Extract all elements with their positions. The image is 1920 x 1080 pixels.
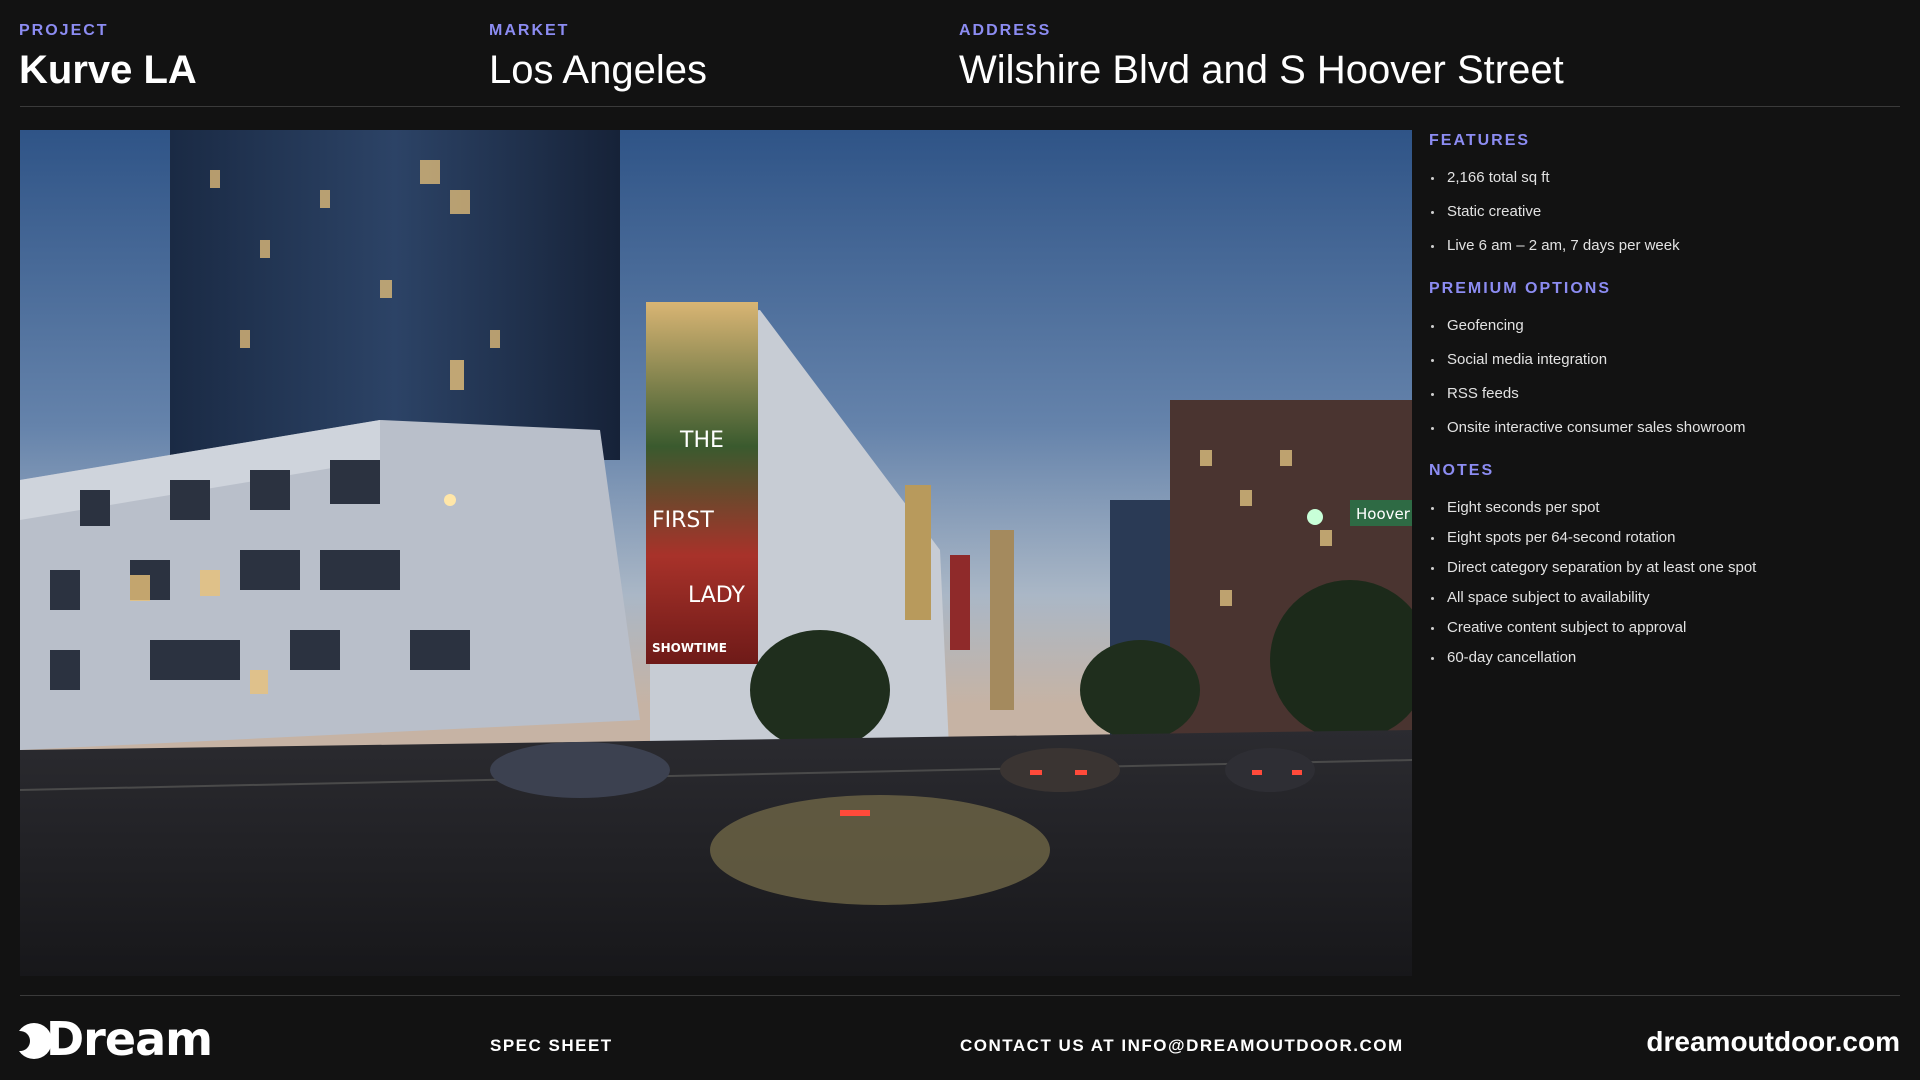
features-item: 2,166 total sq ft (1429, 168, 1899, 202)
premium-options-section: PREMIUM OPTIONS Geofencing Social media … (1429, 280, 1899, 452)
address-label: ADDRESS (959, 22, 1052, 39)
features-item: Live 6 am – 2 am, 7 days per week (1429, 236, 1899, 270)
notes-item: 60-day cancellation (1429, 648, 1899, 678)
premium-options-item: RSS feeds (1429, 384, 1899, 418)
location-photo: THE FIRST LADY SHOWTIME Hoover (20, 130, 1412, 976)
notes-item: Eight spots per 64-second rotation (1429, 528, 1899, 558)
notes-item: Direct category separation by at least o… (1429, 558, 1899, 588)
street-sign-text: Hoover (1356, 505, 1411, 523)
notes-section: NOTES Eight seconds per spot Eight spots… (1429, 462, 1899, 678)
features-title: FEATURES (1429, 132, 1531, 149)
market-name: Los Angeles (489, 48, 707, 92)
header-divider (20, 106, 1900, 107)
logo-text: Dream (46, 1012, 213, 1066)
premium-options-item: Geofencing (1429, 316, 1899, 350)
premium-options-item: Social media integration (1429, 350, 1899, 384)
market-label: MARKET (489, 22, 570, 39)
features-section: FEATURES 2,166 total sq ft Static creati… (1429, 132, 1899, 270)
premium-options-list: Geofencing Social media integration RSS … (1429, 316, 1899, 452)
project-block: PROJECT Kurve LA (19, 22, 197, 93)
notes-item: Eight seconds per spot (1429, 498, 1899, 528)
website-link[interactable]: dreamoutdoor.com (1646, 1026, 1900, 1058)
logo-mark-icon (14, 1023, 52, 1059)
notes-list: Eight seconds per spot Eight spots per 6… (1429, 498, 1899, 678)
billboard-line-3: LADY (688, 583, 746, 608)
billboard (646, 302, 758, 664)
address-value: Wilshire Blvd and S Hoover Street (959, 48, 1564, 92)
features-list: 2,166 total sq ft Static creative Live 6… (1429, 168, 1899, 270)
contact-email-link[interactable]: CONTACT US AT INFO@DREAMOUTDOOR.COM (960, 1036, 1404, 1056)
project-label: PROJECT (19, 22, 109, 39)
footer: Dream SPEC SHEET CONTACT US AT INFO@DREA… (0, 996, 1920, 1080)
premium-options-title: PREMIUM OPTIONS (1429, 280, 1612, 297)
header: PROJECT Kurve LA MARKET Los Angeles ADDR… (0, 0, 1920, 106)
premium-options-item: Onsite interactive consumer sales showro… (1429, 418, 1899, 452)
project-name: Kurve LA (19, 48, 197, 92)
notes-item: All space subject to availability (1429, 588, 1899, 618)
notes-item: Creative content subject to approval (1429, 618, 1899, 648)
dream-logo[interactable]: Dream (14, 1012, 213, 1066)
billboard-brand: SHOWTIME (652, 641, 727, 655)
market-block: MARKET Los Angeles (489, 22, 707, 93)
address-block: ADDRESS Wilshire Blvd and S Hoover Stree… (959, 22, 1564, 93)
spec-sidebar: FEATURES 2,166 total sq ft Static creati… (1429, 130, 1899, 688)
street-scene-illustration: THE FIRST LADY SHOWTIME Hoover (20, 130, 1412, 976)
billboard-line-2: FIRST (652, 508, 714, 533)
notes-title: NOTES (1429, 462, 1495, 479)
features-item: Static creative (1429, 202, 1899, 236)
billboard-line-1: THE (679, 428, 724, 453)
spec-sheet-label: SPEC SHEET (490, 1036, 613, 1055)
